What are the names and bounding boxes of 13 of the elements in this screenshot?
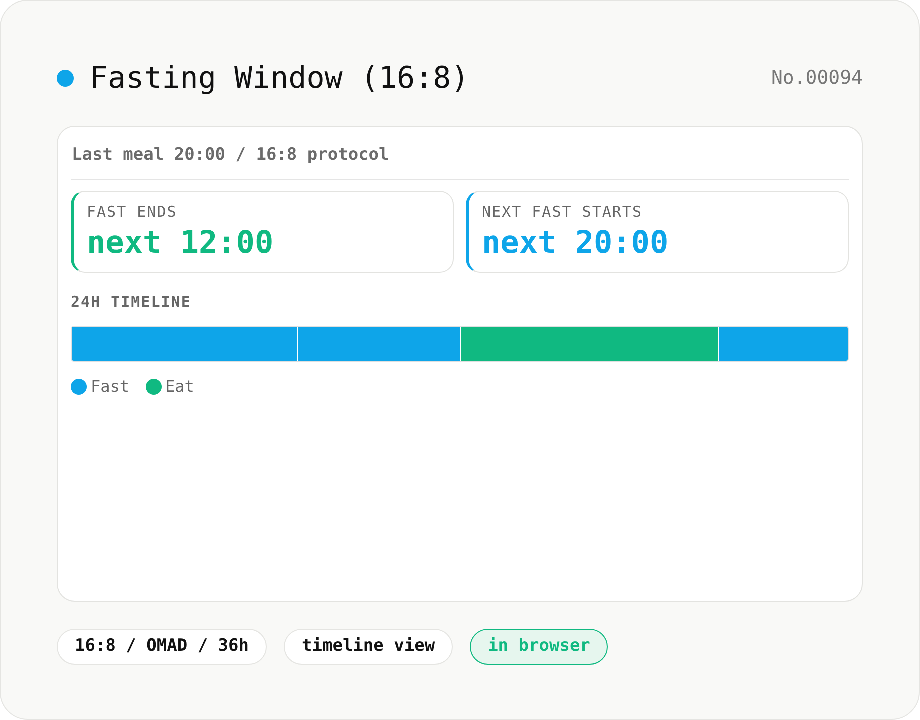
tag-chip: 16:8 / OMAD / 36h [57, 629, 267, 665]
legend-label: Eat [166, 376, 194, 398]
stat-label: FAST ENDS [87, 202, 178, 222]
panel-subtitle: Last meal 20:00 / 16:8 protocol [72, 145, 390, 165]
tag-chip: in browser [470, 629, 608, 665]
timeline-title: 24H TIMELINE [71, 292, 192, 312]
stat-value: next 12:00 [87, 224, 275, 263]
stat-label: NEXT FAST STARTS [482, 202, 644, 222]
tag-chip: timeline view [284, 629, 454, 665]
card-title: Fasting Window (16:8) [90, 60, 470, 98]
record-number: No.00094 [771, 66, 863, 91]
stat-value: next 20:00 [482, 224, 670, 263]
legend-label: Fast [91, 376, 130, 398]
